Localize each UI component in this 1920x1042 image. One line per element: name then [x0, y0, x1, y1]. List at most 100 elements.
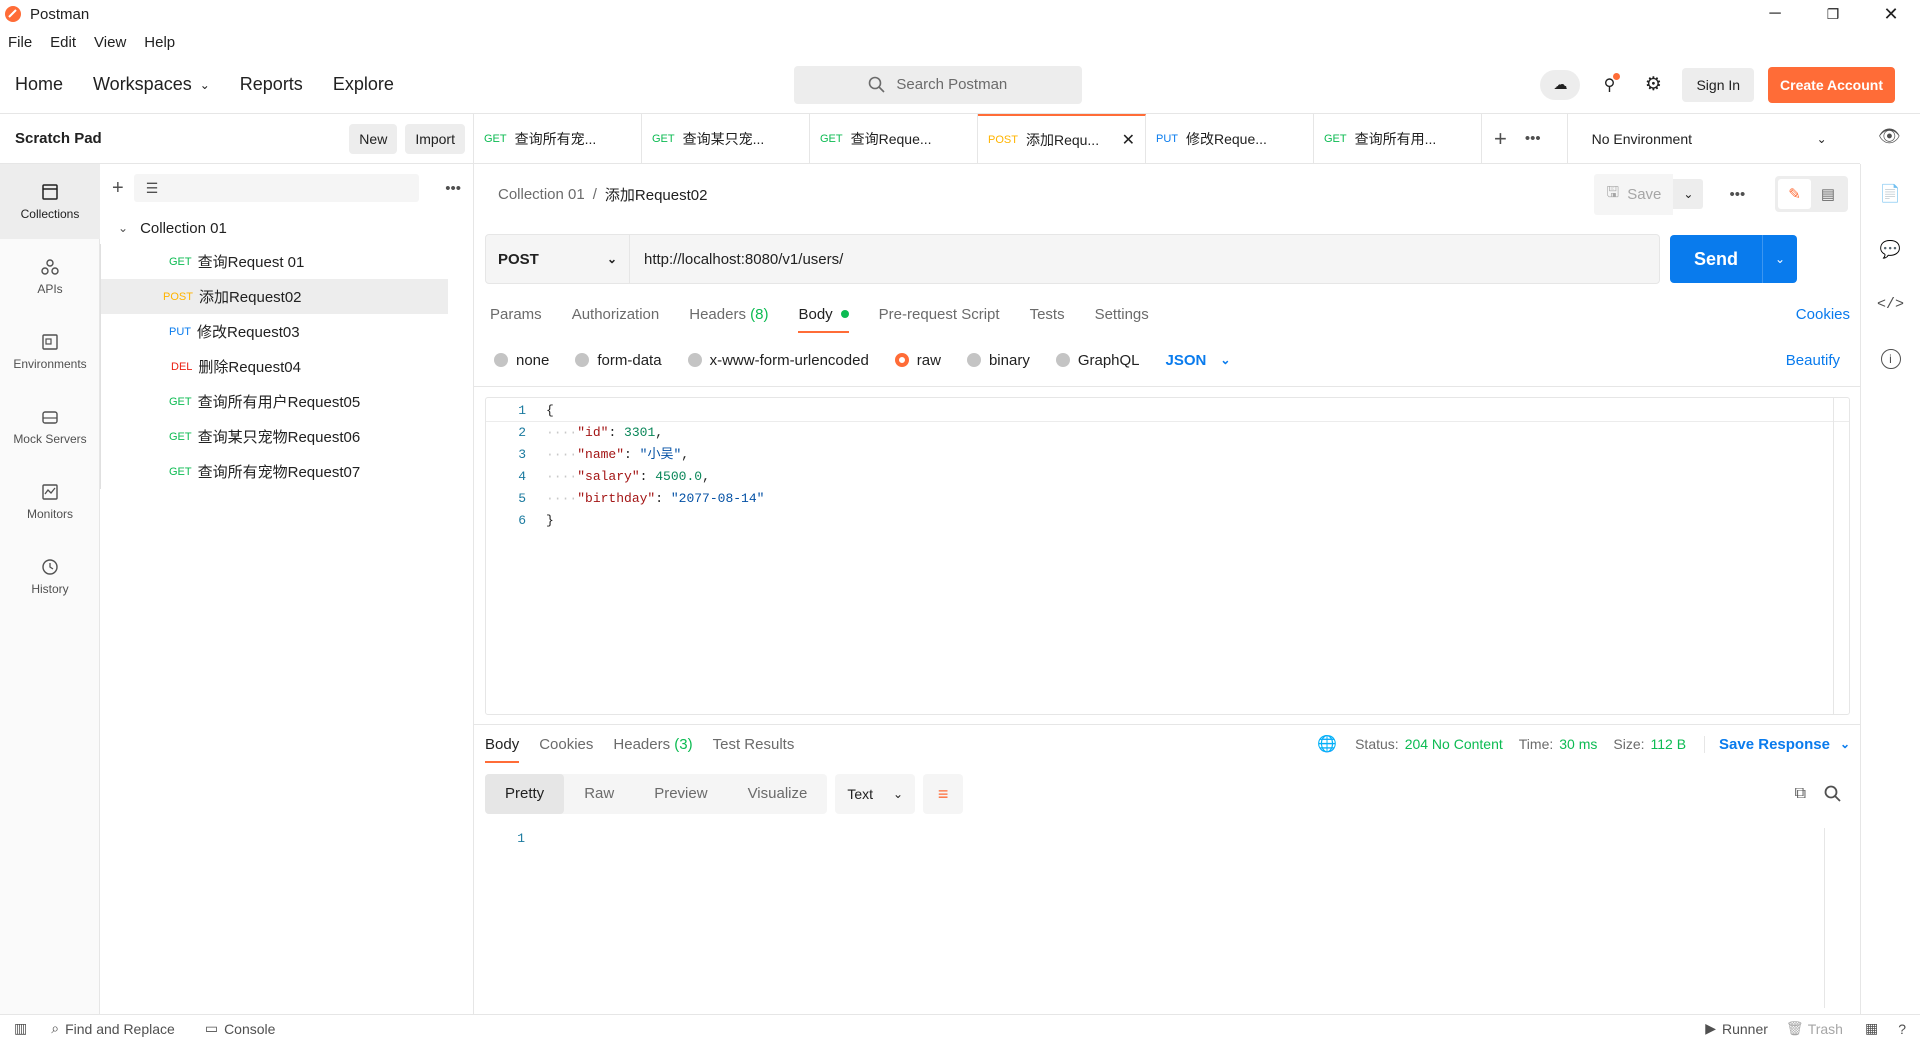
- rail-mock-servers[interactable]: Mock Servers: [0, 389, 100, 464]
- tab-body[interactable]: Body: [798, 295, 849, 333]
- wrap-lines-icon[interactable]: ≡: [923, 774, 964, 814]
- request-item[interactable]: GET 查询Request 01: [101, 244, 448, 279]
- nav-home[interactable]: Home: [15, 74, 63, 95]
- find-replace-button[interactable]: ⌕ Find and Replace: [51, 1020, 175, 1037]
- request-tab[interactable]: GET 查询Reque...: [810, 113, 978, 164]
- view-visualize[interactable]: Visualize: [728, 774, 828, 814]
- rail-apis[interactable]: APIs: [0, 239, 100, 314]
- tab-params[interactable]: Params: [490, 295, 542, 333]
- url-input[interactable]: http://localhost:8080/v1/users/: [630, 234, 1660, 284]
- sign-in-button[interactable]: Sign In: [1682, 67, 1755, 102]
- beautify-link[interactable]: Beautify: [1786, 352, 1840, 369]
- create-account-button[interactable]: Create Account: [1768, 66, 1895, 103]
- response-tab-test-results[interactable]: Test Results: [713, 725, 795, 763]
- nav-workspaces[interactable]: Workspaces ⌄: [93, 74, 210, 95]
- request-item[interactable]: GET 查询所有用户Request05: [101, 384, 448, 419]
- import-button[interactable]: Import: [405, 123, 465, 154]
- globe-icon[interactable]: 🌐: [1317, 734, 1337, 754]
- rail-collections[interactable]: Collections: [0, 164, 100, 239]
- console-button[interactable]: ▭ Console: [205, 1020, 276, 1037]
- more-options-icon[interactable]: •••: [445, 180, 461, 197]
- request-item[interactable]: GET 查询某只宠物Request06: [101, 419, 448, 454]
- comments-icon[interactable]: ▤: [1811, 179, 1845, 209]
- help-icon[interactable]: ?: [1898, 1021, 1906, 1037]
- method-select[interactable]: POST ⌄: [485, 234, 630, 284]
- request-tab[interactable]: GET 查询所有用...: [1314, 113, 1482, 164]
- new-tab-icon[interactable]: +: [1494, 126, 1507, 152]
- menu-view[interactable]: View: [94, 34, 126, 51]
- tab-authorization[interactable]: Authorization: [572, 295, 660, 333]
- save-response-button[interactable]: Save Response ⌄: [1704, 735, 1850, 753]
- collection-item[interactable]: ⌄ Collection 01: [100, 212, 473, 244]
- view-pretty[interactable]: Pretty: [485, 774, 565, 814]
- tab-pre-request-script[interactable]: Pre-request Script: [879, 295, 1000, 333]
- response-tab-headers[interactable]: Headers (3): [613, 725, 692, 763]
- edit-pencil-icon[interactable]: ✎: [1778, 179, 1811, 209]
- cloud-sync-icon[interactable]: ☁: [1540, 69, 1581, 100]
- radio-binary[interactable]: binary: [966, 352, 1030, 369]
- add-collection-icon[interactable]: +: [112, 177, 124, 200]
- two-pane-icon[interactable]: ▦: [1865, 1020, 1878, 1037]
- response-type-select[interactable]: Text ⌄: [835, 774, 916, 814]
- breadcrumb-collection[interactable]: Collection 01: [498, 186, 585, 203]
- response-scrollbar[interactable]: [1824, 828, 1840, 1008]
- save-dropdown-icon[interactable]: ⌄: [1673, 179, 1704, 209]
- view-raw[interactable]: Raw: [564, 774, 634, 814]
- copy-icon[interactable]: ⧉: [1795, 785, 1806, 803]
- request-tab[interactable]: GET 查询所有宠...: [474, 113, 642, 164]
- environment-selector[interactable]: No Environment ⌄: [1566, 113, 1833, 164]
- request-tab[interactable]: GET 查询某只宠...: [642, 113, 810, 164]
- environment-quick-look-icon[interactable]: 👁: [1878, 126, 1901, 147]
- satellite-icon[interactable]: ⚲: [1594, 72, 1624, 95]
- send-button[interactable]: Send: [1670, 235, 1762, 283]
- response-tab-cookies[interactable]: Cookies: [539, 725, 593, 763]
- settings-gear-icon[interactable]: ⚙: [1638, 73, 1668, 96]
- radio-graphql[interactable]: GraphQL: [1055, 352, 1140, 369]
- radio-urlencoded[interactable]: x-www-form-urlencoded: [687, 352, 869, 369]
- code-snippet-icon[interactable]: </>: [1877, 296, 1904, 313]
- radio-form-data[interactable]: form-data: [575, 352, 662, 369]
- editor-scrollbar[interactable]: [1833, 398, 1849, 714]
- response-tab-body[interactable]: Body: [485, 725, 520, 763]
- rail-history[interactable]: History: [0, 539, 100, 614]
- search-response-icon[interactable]: [1824, 785, 1842, 803]
- minimize-icon[interactable]: ─: [1746, 5, 1804, 23]
- rail-monitors[interactable]: Monitors: [0, 464, 100, 539]
- filter-input[interactable]: ☰: [133, 174, 419, 202]
- request-item[interactable]: POST 添加Request02: [101, 279, 448, 314]
- radio-none[interactable]: none: [494, 352, 549, 369]
- info-icon[interactable]: i: [1880, 349, 1901, 369]
- nav-explore[interactable]: Explore: [333, 74, 394, 95]
- format-select[interactable]: JSON ⌄: [1166, 352, 1231, 369]
- request-item[interactable]: DEL 删除Request04: [101, 349, 448, 384]
- nav-reports[interactable]: Reports: [240, 74, 303, 95]
- send-dropdown-icon[interactable]: ⌄: [1762, 235, 1797, 283]
- toggle-sidebar-icon[interactable]: ▥: [14, 1020, 27, 1037]
- rail-environments[interactable]: Environments: [0, 314, 100, 389]
- tab-settings[interactable]: Settings: [1095, 295, 1149, 333]
- request-item[interactable]: GET 查询所有宠物Request07: [101, 454, 448, 489]
- menu-file[interactable]: File: [8, 34, 32, 51]
- tab-tests[interactable]: Tests: [1030, 295, 1065, 333]
- view-preview[interactable]: Preview: [634, 774, 727, 814]
- save-button[interactable]: 🖫 Save: [1594, 173, 1674, 215]
- request-item[interactable]: PUT 修改Request03: [101, 314, 448, 349]
- search-bar[interactable]: Search Postman: [793, 65, 1082, 104]
- comments-icon[interactable]: 💬: [1880, 240, 1901, 260]
- menu-help[interactable]: Help: [144, 34, 175, 51]
- runner-button[interactable]: ▶ Runner: [1705, 1020, 1768, 1037]
- request-tab-active[interactable]: POST 添加Requ... ✕: [978, 113, 1146, 164]
- request-options-icon[interactable]: •••: [1729, 186, 1745, 203]
- menu-edit[interactable]: Edit: [50, 34, 76, 51]
- restore-icon[interactable]: ❐: [1804, 6, 1862, 23]
- close-window-icon[interactable]: ✕: [1862, 4, 1920, 25]
- cookies-link[interactable]: Cookies: [1796, 306, 1850, 323]
- body-editor[interactable]: 1{ 2 ····"id": 3301, 3 ····"name": "小吴", 4…: [485, 397, 1850, 715]
- response-body[interactable]: 1: [485, 828, 1850, 1008]
- request-tab[interactable]: PUT 修改Reque...: [1146, 113, 1314, 164]
- tab-options-icon[interactable]: •••: [1525, 130, 1541, 147]
- trash-button[interactable]: 🗑 Trash: [1786, 1020, 1843, 1037]
- new-button[interactable]: New: [349, 123, 398, 154]
- documentation-icon[interactable]: 📄: [1880, 184, 1901, 204]
- radio-raw[interactable]: raw: [894, 352, 941, 369]
